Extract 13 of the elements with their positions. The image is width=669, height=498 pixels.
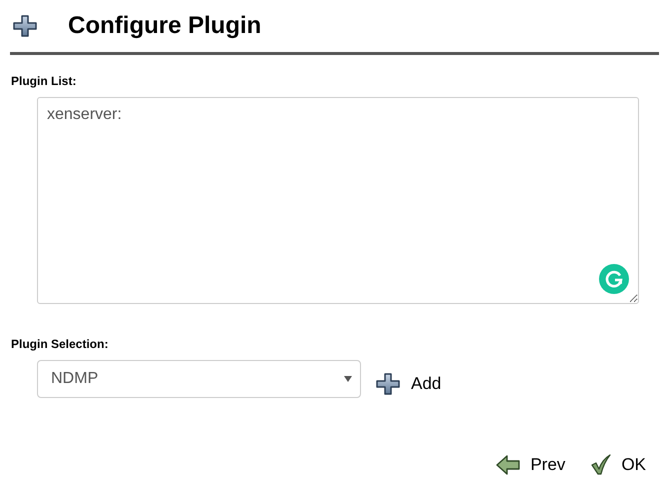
- plus-icon: [12, 14, 38, 38]
- add-button[interactable]: Add: [375, 372, 442, 396]
- page-title: Configure Plugin: [68, 12, 262, 40]
- field-label: Plugin Selection:: [11, 337, 110, 351]
- plugin-list-field[interactable]: xenserver:: [37, 97, 639, 304]
- prev-button[interactable]: Prev: [496, 454, 566, 476]
- plugin-dropdown[interactable]: NDMP: [37, 360, 361, 398]
- plus-icon: [375, 372, 401, 396]
- field-label: Plugin List:: [11, 74, 78, 88]
- checkmark-icon: [591, 454, 612, 476]
- ok-button[interactable]: OK: [591, 454, 646, 476]
- left-arrow-icon: [496, 455, 520, 475]
- caret-icon: [344, 376, 352, 382]
